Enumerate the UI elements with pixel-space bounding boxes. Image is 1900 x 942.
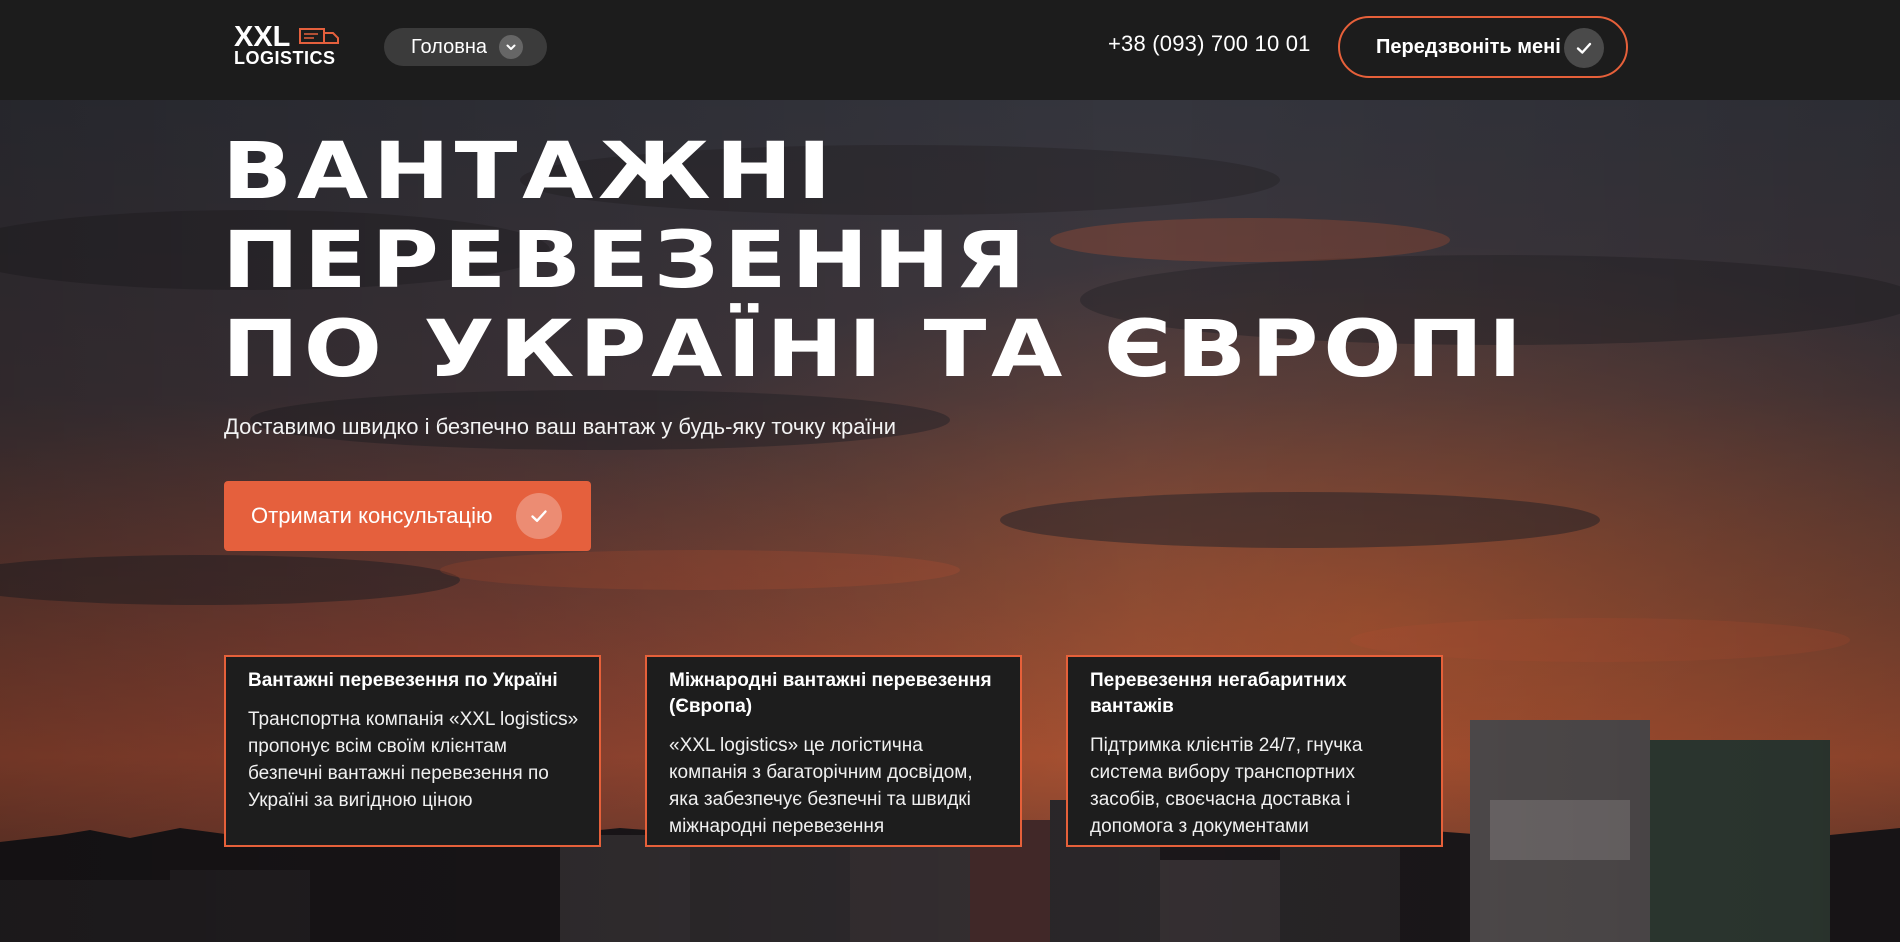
service-card-text: Підтримка клієнтів 24/7, гнучка система … xyxy=(1090,735,1363,837)
hero-section: ВАНТАЖНІ ПЕРЕВЕЗЕННЯ ПО УКРАЇНІ ТА ЄВРОП… xyxy=(0,100,1900,942)
phone-link[interactable]: +38 (093) 700 10 01 xyxy=(1108,31,1311,57)
site-header: XXL LOGISTICS Головна +38 (093) 700 10 0… xyxy=(0,0,1900,100)
hero-subtitle: Доставимо швидко і безпечно ваш вантаж у… xyxy=(224,414,896,439)
hero-title-line: ПЕРЕВЕЗЕННЯ xyxy=(222,216,1031,306)
service-card-oversized[interactable]: Перевезення негабаритних вантажів Підтри… xyxy=(1066,655,1443,847)
hero-title-line: ПО УКРАЇНІ ТА ЄВРОПІ xyxy=(222,305,1527,395)
check-icon xyxy=(1564,28,1604,68)
check-icon xyxy=(516,493,562,539)
nav-menu-dropdown[interactable]: Головна xyxy=(384,28,547,66)
service-card-ukraine[interactable]: Вантажні перевезення по Україні Транспор… xyxy=(224,655,601,847)
logo-wordmark-bottom: LOGISTICS xyxy=(234,48,336,68)
logo[interactable]: XXL LOGISTICS xyxy=(234,22,346,68)
service-card-text: «XXL logistics» це логістична компанія з… xyxy=(669,735,973,837)
cta-button-label: Отримати консультацію xyxy=(251,503,493,528)
service-card-title: Вантажні перевезення по Україні xyxy=(248,670,558,691)
hero-title-line: ВАНТАЖНІ xyxy=(222,127,837,217)
truck-icon xyxy=(299,28,339,44)
hero-title: ВАНТАЖНІ ПЕРЕВЕЗЕННЯ ПО УКРАЇНІ ТА ЄВРОП… xyxy=(222,128,1527,395)
callback-button-label: Передзвоніть мені xyxy=(1376,35,1561,58)
service-card-text: Транспортна компанія «XXL logistics» про… xyxy=(248,709,579,811)
get-consultation-button[interactable]: Отримати консультацію xyxy=(224,481,591,551)
nav-menu-label: Головна xyxy=(411,35,487,58)
service-card-europe[interactable]: Міжнародні вантажні перевезення (Європа)… xyxy=(645,655,1022,847)
service-card-title: Міжнародні вантажні перевезення (Європа) xyxy=(669,670,992,717)
service-card-title: Перевезення негабаритних вантажів xyxy=(1090,670,1347,717)
callback-button[interactable]: Передзвоніть мені xyxy=(1338,16,1628,78)
chevron-down-icon xyxy=(499,35,523,59)
